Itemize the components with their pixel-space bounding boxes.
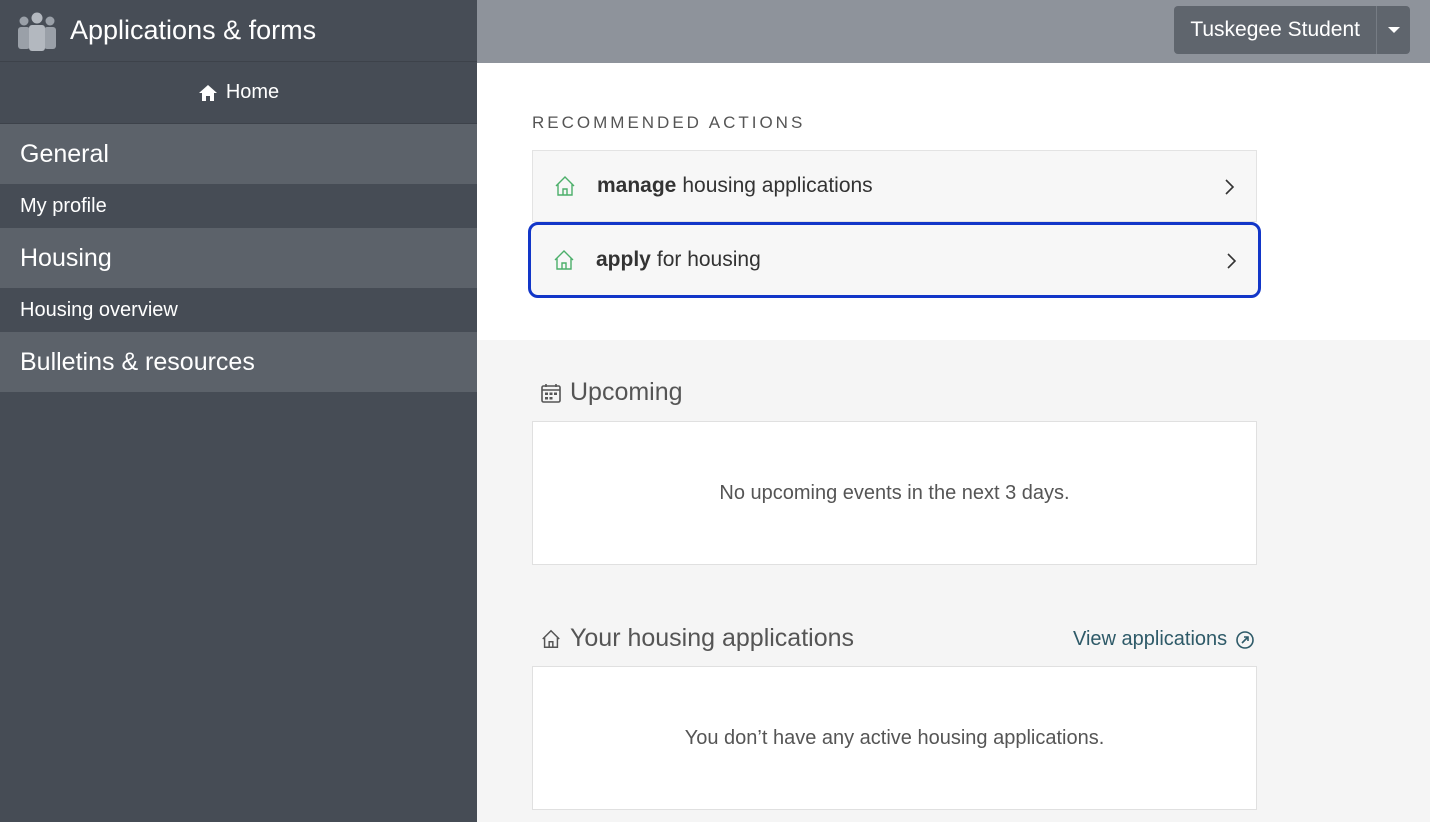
app-title: Applications & forms <box>70 15 317 45</box>
action-text: housing applications <box>682 174 873 197</box>
section-label: Housing <box>20 243 112 272</box>
housing-applications-empty-text: You don’t have any active housing applic… <box>684 726 1105 749</box>
sidebar-item-label: My profile <box>20 194 107 217</box>
upcoming-card: No upcoming events in the next 3 days. <box>532 421 1257 565</box>
action-verb: apply <box>596 248 651 271</box>
upcoming-empty-text: No upcoming events in the next 3 days. <box>719 481 1070 504</box>
sidebar-section-housing[interactable]: Housing <box>0 228 477 288</box>
view-applications-label: View applications <box>1073 628 1228 650</box>
home-label: Home <box>225 81 280 103</box>
house-icon <box>555 176 575 196</box>
housing-applications-title: Your housing applications <box>570 624 855 652</box>
recommended-actions-panel: RECOMMENDED ACTIONS manage housing appli… <box>477 63 1430 340</box>
people-group-icon <box>18 12 56 51</box>
sidebar-item-my-profile[interactable]: My profile <box>0 184 477 228</box>
home-icon <box>198 84 217 101</box>
user-menu: Tuskegee Student <box>1174 6 1410 54</box>
housing-applications-card: You don’t have any active housing applic… <box>532 666 1257 810</box>
sidebar-header: Applications & forms <box>0 0 477 62</box>
sidebar-item-label: Housing overview <box>20 298 178 321</box>
recommended-actions-heading: RECOMMENDED ACTIONS <box>532 113 806 132</box>
chevron-right-icon <box>1227 253 1237 269</box>
calendar-icon <box>541 383 561 403</box>
sidebar-home-link[interactable]: Home <box>0 62 477 124</box>
user-menu-dropdown-toggle[interactable] <box>1376 6 1410 54</box>
action-apply-for-housing[interactable]: apply for housing <box>528 222 1261 298</box>
view-applications-link[interactable]: View applications <box>1073 628 1255 651</box>
top-bar: Tuskegee Student <box>477 0 1430 63</box>
caret-down-icon <box>1387 27 1400 33</box>
section-label: Bulletins & resources <box>20 347 255 376</box>
house-outline-icon <box>542 629 560 648</box>
house-icon <box>554 250 574 270</box>
action-text: for housing <box>656 248 761 271</box>
upcoming-title: Upcoming <box>570 378 683 406</box>
sidebar-section-general[interactable]: General <box>0 124 477 184</box>
sidebar-section-bulletins[interactable]: Bulletins & resources <box>0 332 477 392</box>
upcoming-heading: Upcoming <box>540 378 683 407</box>
recommended-actions-list: manage housing applications apply for ho… <box>528 150 1261 298</box>
sidebar: Applications & forms Home General My pro… <box>0 0 477 822</box>
action-verb: manage <box>597 174 677 197</box>
housing-applications-heading: Your housing applications <box>540 624 854 653</box>
action-manage-housing-applications[interactable]: manage housing applications <box>532 150 1257 222</box>
chevron-right-icon <box>1225 179 1235 195</box>
arrow-circle-icon <box>1236 630 1254 649</box>
user-name-button[interactable]: Tuskegee Student <box>1174 6 1376 54</box>
sidebar-item-housing-overview[interactable]: Housing overview <box>0 288 477 332</box>
section-label: General <box>20 139 109 168</box>
